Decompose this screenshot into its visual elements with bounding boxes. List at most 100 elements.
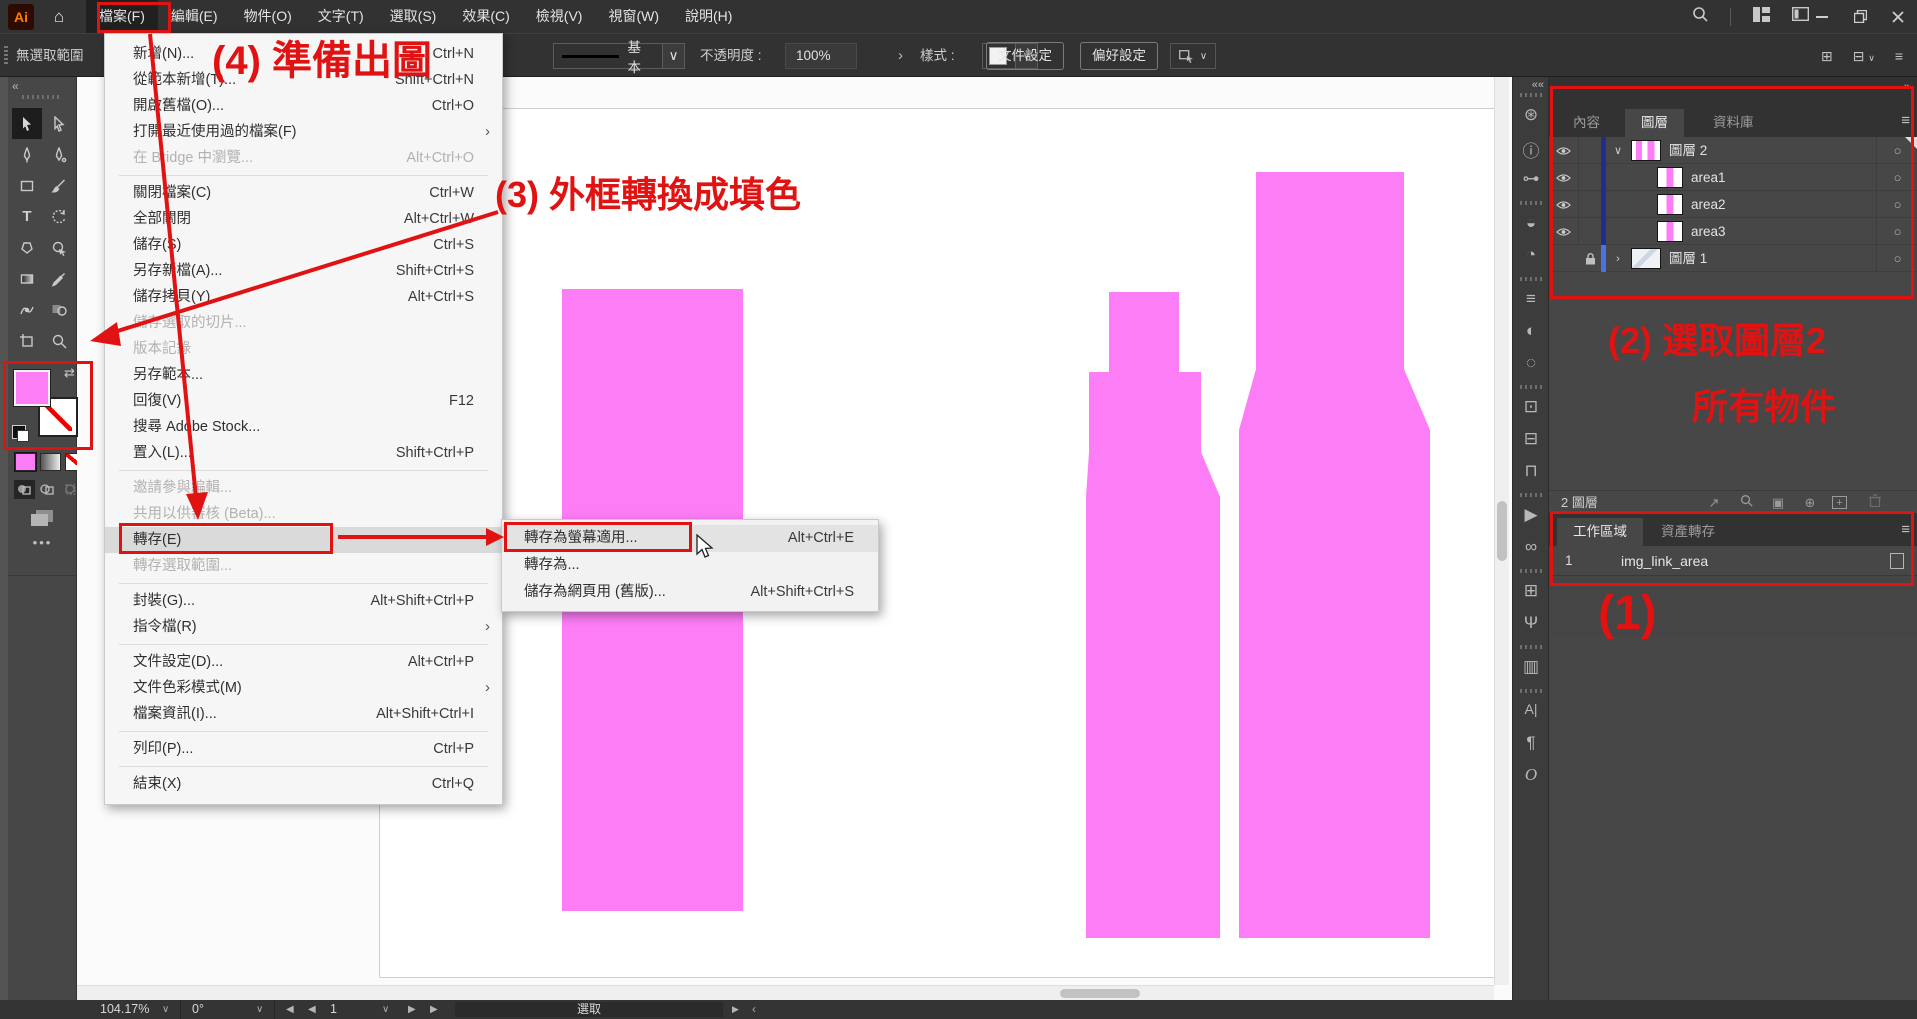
- visibility-eye-icon[interactable]: [1549, 137, 1579, 164]
- transform-icon[interactable]: ⊡: [1513, 397, 1549, 417]
- tab-libraries[interactable]: 資料庫: [1697, 109, 1770, 137]
- strip-grip[interactable]: [1520, 493, 1542, 497]
- previous-artboard-icon[interactable]: ◀: [308, 1000, 316, 1019]
- horizontal-scrollbar-thumb[interactable]: [1060, 989, 1140, 998]
- strip-grip[interactable]: [1520, 385, 1542, 389]
- target-circle-icon[interactable]: ○: [1876, 245, 1917, 272]
- draw-behind-button[interactable]: [37, 480, 58, 499]
- tab-layers[interactable]: 圖層: [1625, 109, 1684, 137]
- gradient-bar-icon[interactable]: ▥: [1513, 657, 1549, 677]
- strip-grip[interactable]: [1520, 569, 1542, 573]
- visibility-eye-icon[interactable]: [1549, 164, 1579, 191]
- strip-grip[interactable]: [1520, 645, 1542, 649]
- selection-tool[interactable]: [12, 108, 42, 139]
- shape-area3[interactable]: [1239, 172, 1430, 938]
- panel-menu-icon[interactable]: ≡: [1901, 521, 1910, 538]
- actions-play-icon[interactable]: ▶: [1513, 505, 1549, 525]
- character-icon[interactable]: A|: [1513, 701, 1549, 717]
- menu-effect[interactable]: 效果(C): [449, 0, 522, 33]
- pen-tool[interactable]: [12, 139, 42, 170]
- screen-mode-icon[interactable]: [30, 509, 54, 532]
- default-fill-stroke-icon[interactable]: [12, 425, 26, 439]
- stroke-style-dropdown[interactable]: 基本 ∨: [553, 43, 685, 69]
- restore-button[interactable]: [1841, 0, 1879, 33]
- rotation-value[interactable]: 0°: [192, 1000, 204, 1019]
- fill-color-swatch[interactable]: [14, 370, 50, 406]
- layer-thumbnail[interactable]: [1631, 140, 1661, 161]
- menu-item-open[interactable]: 開啟舊檔(O)...Ctrl+O: [105, 93, 502, 119]
- collapse-panels-icon[interactable]: ««: [1532, 79, 1544, 91]
- type-tool[interactable]: T: [12, 201, 42, 232]
- gradient-mode-button[interactable]: [40, 453, 61, 471]
- object-name[interactable]: area1: [1691, 164, 1726, 191]
- hamburger-menu-icon[interactable]: ≡: [1895, 48, 1903, 64]
- menu-item-save-for-web-legacy[interactable]: 儲存為網頁用 (舊版)...Alt+Shift+Ctrl+S: [502, 579, 878, 606]
- shape-builder-tool[interactable]: [44, 294, 74, 325]
- menu-item-export-as[interactable]: 轉存為...: [502, 552, 878, 579]
- toolbar-grip[interactable]: [22, 95, 62, 99]
- close-button[interactable]: [1879, 0, 1917, 33]
- artboard-tool[interactable]: [12, 325, 42, 356]
- strip-grip[interactable]: [1520, 689, 1542, 693]
- strip-grip[interactable]: [1520, 201, 1542, 205]
- vertical-scrollbar[interactable]: [1494, 77, 1509, 985]
- clipping-mask-icon[interactable]: ▣: [1768, 491, 1788, 514]
- direct-selection-tool[interactable]: [44, 108, 74, 139]
- chevron-down-icon[interactable]: ∨: [1609, 137, 1627, 164]
- target-circle-icon[interactable]: ○: [1876, 218, 1917, 245]
- pathfinder-icon[interactable]: ⊓: [1513, 461, 1549, 481]
- zoom-level-value[interactable]: 104.17%: [100, 1000, 149, 1019]
- next-artboard-icon[interactable]: ▶: [408, 1000, 416, 1019]
- color-guide-icon[interactable]: ◔: [1513, 245, 1549, 265]
- artboard-name[interactable]: img_link_area: [1621, 546, 1708, 576]
- current-artboard-value[interactable]: 1: [330, 1000, 337, 1019]
- select-similar-dropdown[interactable]: ∨: [1170, 43, 1216, 69]
- rotation-dropdown-icon[interactable]: ∨: [256, 1000, 263, 1019]
- menu-item-export[interactable]: 轉存(E)›: [105, 527, 502, 553]
- status-splitter-icon[interactable]: ‹: [752, 1000, 756, 1019]
- opacity-options-icon[interactable]: ›: [898, 34, 903, 78]
- menu-item-exit[interactable]: 結束(X)Ctrl+Q: [105, 771, 502, 797]
- menu-item-place[interactable]: 置入(L)...Shift+Ctrl+P: [105, 440, 502, 466]
- home-icon[interactable]: ⌂: [44, 0, 74, 33]
- align-icon[interactable]: ⊟: [1513, 429, 1549, 449]
- panel-menu-icon[interactable]: ≡: [1901, 112, 1910, 129]
- collapse-toolbar-icon[interactable]: «: [12, 79, 19, 93]
- object-name[interactable]: area3: [1691, 218, 1726, 245]
- layer-row-layer2[interactable]: ∨ 圖層 2 ○: [1549, 137, 1917, 164]
- strip-grip[interactable]: [1520, 93, 1542, 97]
- menu-item-new-from-template[interactable]: 從範本新增(T)...Shift+Ctrl+N: [105, 67, 502, 93]
- gradient-icon[interactable]: ◌: [1513, 353, 1549, 373]
- stroke-icon[interactable]: ≡: [1513, 289, 1549, 309]
- color-mode-button[interactable]: [15, 453, 36, 471]
- menu-item-save-as[interactable]: 另存新檔(A)...Shift+Ctrl+S: [105, 258, 502, 284]
- tab-artboards[interactable]: 工作區域: [1557, 518, 1643, 546]
- rotate-view-tool[interactable]: [44, 232, 74, 263]
- menu-edit[interactable]: 編輯(E): [158, 0, 231, 33]
- menu-item-file-info[interactable]: 檔案資訊(I)...Alt+Shift+Ctrl+I: [105, 701, 502, 727]
- menu-item-save-a-copy[interactable]: 儲存拷貝(Y)...Alt+Ctrl+S: [105, 284, 502, 310]
- color-icon[interactable]: ◒: [1513, 213, 1549, 233]
- zoom-tool[interactable]: [44, 325, 74, 356]
- document-setup-button[interactable]: 文件設定: [986, 42, 1064, 70]
- curvature-tool[interactable]: [44, 139, 74, 170]
- layer-row-area3[interactable]: area3 ○: [1549, 218, 1917, 245]
- grid-icon[interactable]: ⊞: [1821, 48, 1833, 65]
- gradient-tool[interactable]: [12, 263, 42, 294]
- vertical-scrollbar-thumb[interactable]: [1497, 501, 1507, 561]
- artboard-dropdown-icon[interactable]: ∨: [382, 1000, 389, 1019]
- menu-item-save-as-template[interactable]: 另存範本...: [105, 362, 502, 388]
- menu-select[interactable]: 選取(S): [377, 0, 450, 33]
- menu-item-open-recent[interactable]: 打開最近使用過的檔案(F)›: [105, 119, 502, 145]
- delete-layer-icon[interactable]: [1865, 491, 1885, 514]
- swap-fill-stroke-icon[interactable]: ⇄: [64, 365, 75, 381]
- artboard-page-icon[interactable]: [1890, 553, 1904, 569]
- menu-item-save[interactable]: 儲存(S)Ctrl+S: [105, 232, 502, 258]
- menu-item-revert[interactable]: 回復(V)F12: [105, 388, 502, 414]
- zoom-dropdown-icon[interactable]: ∨: [162, 1000, 169, 1019]
- menu-item-close[interactable]: 關閉檔案(C)Ctrl+W: [105, 180, 502, 206]
- object-thumbnail[interactable]: [1657, 194, 1683, 215]
- object-thumbnail[interactable]: [1657, 167, 1683, 188]
- menu-window[interactable]: 視窗(W): [595, 0, 672, 33]
- chevron-right-icon[interactable]: ›: [1609, 245, 1627, 272]
